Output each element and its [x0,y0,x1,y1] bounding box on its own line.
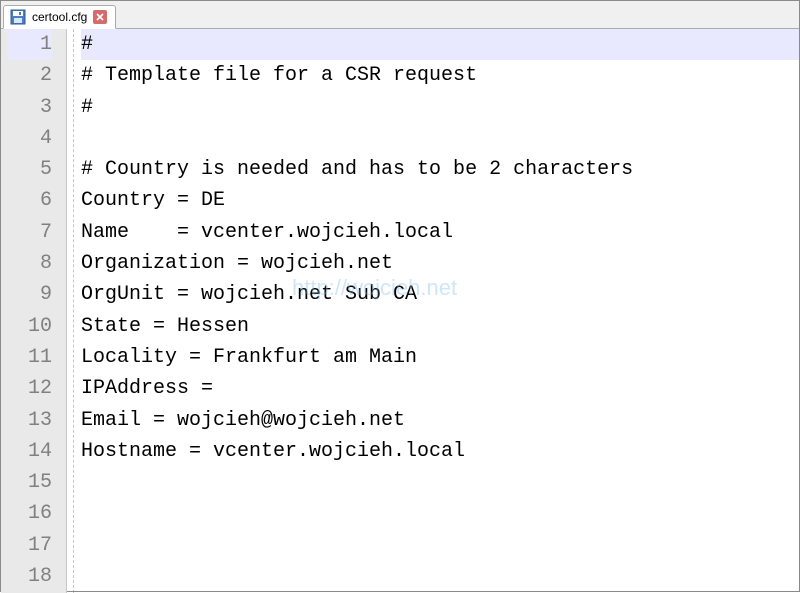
line-number: 12 [7,373,52,404]
code-line: OrgUnit = wojcieh.net Sub CA [81,279,799,310]
line-number: 14 [7,436,52,467]
code-line: Locality = Frankfurt am Main [81,342,799,373]
code-line [81,498,799,529]
line-number: 2 [7,60,52,91]
line-number: 11 [7,342,52,373]
line-number: 5 [7,154,52,185]
file-save-icon [10,9,26,25]
code-line: IPAddress = [81,373,799,404]
code-line: Organization = wojcieh.net [81,248,799,279]
tab-bar: certool.cfg [1,1,799,29]
code-line: Hostname = vcenter.wojcieh.local [81,436,799,467]
line-number: 6 [7,185,52,216]
code-line [81,561,799,592]
line-number: 7 [7,217,52,248]
tab-filename: certool.cfg [32,10,87,24]
line-number: 8 [7,248,52,279]
line-number: 13 [7,405,52,436]
line-number: 17 [7,530,52,561]
editor-area: 1 2 3 4 5 6 7 8 9 10 11 12 13 14 15 16 1… [1,29,799,593]
line-number: 18 [7,561,52,592]
line-number-gutter: 1 2 3 4 5 6 7 8 9 10 11 12 13 14 15 16 1… [1,29,67,593]
code-line: State = Hessen [81,311,799,342]
code-line [81,123,799,154]
code-line: Country = DE [81,185,799,216]
line-number: 15 [7,467,52,498]
code-line: Name = vcenter.wojcieh.local [81,217,799,248]
line-number: 1 [7,29,52,60]
code-line: # [81,92,799,123]
line-number: 16 [7,498,52,529]
code-line: # Country is needed and has to be 2 char… [81,154,799,185]
line-number: 3 [7,92,52,123]
tab-close-button[interactable] [93,10,107,24]
fold-margin [73,29,74,593]
code-editor[interactable]: # # Template file for a CSR request # # … [67,29,799,593]
code-line [81,467,799,498]
line-number: 9 [7,279,52,310]
code-line [81,530,799,561]
code-line: # [81,29,799,60]
code-line: Email = wojcieh@wojcieh.net [81,405,799,436]
file-tab[interactable]: certool.cfg [3,5,116,29]
code-line: # Template file for a CSR request [81,60,799,91]
line-number: 4 [7,123,52,154]
line-number: 10 [7,311,52,342]
